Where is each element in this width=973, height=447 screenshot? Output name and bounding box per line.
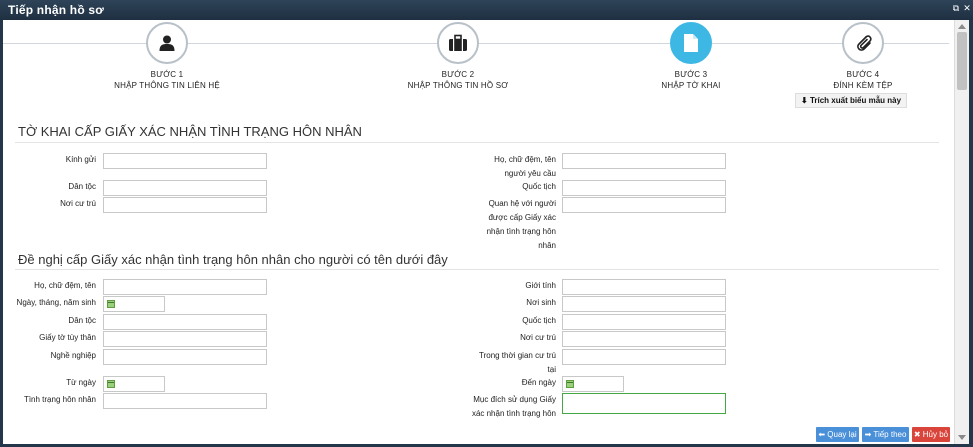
calendar-icon[interactable] [566,380,574,388]
label-ngay-sinh: Ngày, tháng, năm sinh [16,298,96,307]
scroll-up-icon[interactable] [958,24,966,29]
arrow-left-icon: ⬅ [818,430,826,439]
step-3[interactable]: BƯỚC 3 NHẬP TỜ KHAI [606,22,776,90]
cancel-button[interactable]: ✖ Hủy bỏ [912,427,950,442]
step-name: NHẬP TỜ KHAI [661,81,721,90]
next-button[interactable]: ➡ Tiếp theo [862,427,909,442]
label-noi-cu-tru: Nơi cư trú [60,199,96,208]
document-icon [670,22,712,64]
back-button[interactable]: ⬅ Quay lại [816,427,859,442]
quan-he-input[interactable] [562,197,726,213]
label-quoc-tich: Quốc tịch [522,182,556,191]
noi-cu-tru-2-input[interactable] [562,331,726,347]
label-nghe-nghiep: Nghề nghiệp [50,351,96,360]
step-1[interactable]: BƯỚC 1 NHẬP THÔNG TIN LIÊN HỆ [82,22,252,90]
step-name: ĐÍNH KÈM TỆP [833,81,893,90]
paperclip-icon [842,22,884,64]
dan-toc-input[interactable] [103,180,267,196]
close-icon[interactable]: ✕ [962,3,972,13]
thoi-gian-cu-tru-input[interactable] [562,349,726,365]
step-number: BƯỚC 1 [150,70,184,79]
ho-ten-input[interactable] [103,279,267,295]
download-icon: ⬇ [801,96,808,105]
label-quoc-tich-2: Quốc tịch [522,316,556,325]
dan-toc-2-input[interactable] [103,314,267,330]
muc-dich-textarea[interactable] [562,393,726,414]
content-area: BƯỚC 1 NHẬP THÔNG TIN LIÊN HỆ BƯỚC 2 NHẬ… [3,20,969,444]
export-form-button[interactable]: ⬇ Trích xuất biểu mẫu này [795,93,908,108]
label-thoi-gian-cu-tru: Trong thời gian cư trú tại [478,351,556,374]
step-number: BƯỚC 2 [441,70,475,79]
close-x-icon: ✖ [913,430,921,439]
ngay-sinh-date[interactable] [103,296,165,312]
user-icon [146,22,188,64]
giay-to-input[interactable] [103,331,267,347]
scroll-thumb[interactable] [957,32,967,90]
tinh-trang-input[interactable] [103,393,267,409]
label-tu-ngay: Từ ngày [66,378,96,387]
export-form-label: Trích xuất biểu mẫu này [809,96,902,105]
calendar-icon[interactable] [107,300,115,308]
label-muc-dich: Mục đích sử dụng Giấy xác nhận tình trạn… [471,395,556,418]
calendar-icon[interactable] [107,380,115,388]
arrow-right-icon: ➡ [864,430,872,439]
noi-cu-tru-input[interactable] [103,197,267,213]
label-den-ngay: Đến ngày [521,378,556,387]
section2-title: Đề nghị cấp Giấy xác nhận tình trạng hôn… [18,252,448,267]
next-label: Tiếp theo [873,430,907,439]
divider [15,142,939,143]
label-quan-he: Quan hệ với người được cấp Giấy xác nhận… [486,199,556,250]
step-name: NHẬP THÔNG TIN HỒ SƠ [407,81,509,90]
restore-icon[interactable]: ⧉ [951,3,961,13]
label-ho-ten-nguoi-yeu-cau: Họ, chữ đệm, tên người yêu cầu [494,155,556,178]
window-title: Tiếp nhận hồ sơ [8,3,104,17]
step-number: BƯỚC 3 [674,70,708,79]
window: Tiếp nhận hồ sơ ⧉ ✕ BƯỚC 1 NHẬP THÔNG TI… [0,0,973,447]
label-noi-cu-tru-2: Nơi cư trú [520,333,556,342]
title-bar: Tiếp nhận hồ sơ ⧉ ✕ [0,0,973,20]
kinh-gui-input[interactable] [103,153,267,169]
briefcase-icon [437,22,479,64]
label-tinh-trang: Tình trạng hôn nhân [23,395,96,404]
ho-ten-nguoi-yeu-cau-input[interactable] [562,153,726,169]
noi-sinh-input[interactable] [562,296,726,312]
label-kinh-gui: Kính gửi [65,155,96,164]
vertical-scrollbar[interactable] [954,20,969,444]
form-title: TỜ KHAI CẤP GIẤY XÁC NHẬN TÌNH TRẠNG HÔN… [18,124,362,139]
step-name: NHẬP THÔNG TIN LIÊN HỆ [114,81,220,90]
gioi-tinh-input[interactable] [562,279,726,295]
scroll-down-icon[interactable] [958,435,966,440]
den-ngay-date[interactable] [562,376,624,392]
cancel-label: Hủy bỏ [922,430,949,439]
label-dan-toc: Dân tộc [68,182,96,191]
back-label: Quay lại [827,430,857,439]
divider [15,269,939,270]
label-dan-toc-2: Dân tộc [68,316,96,325]
nghe-nghiep-input[interactable] [103,349,267,365]
quoc-tich-input[interactable] [562,180,726,196]
step-number: BƯỚC 4 [846,70,880,79]
label-giay-to: Giấy tờ tùy thân [39,333,96,342]
quoc-tich-2-input[interactable] [562,314,726,330]
label-ho-ten: Họ, chữ đệm, tên [34,281,96,290]
tu-ngay-date[interactable] [103,376,165,392]
label-gioi-tinh: Giới tính [525,281,556,290]
step-4[interactable]: BƯỚC 4 ĐÍNH KÈM TỆP [778,22,948,90]
label-noi-sinh: Nơi sinh [526,298,556,307]
step-2[interactable]: BƯỚC 2 NHẬP THÔNG TIN HỒ SƠ [373,22,543,90]
